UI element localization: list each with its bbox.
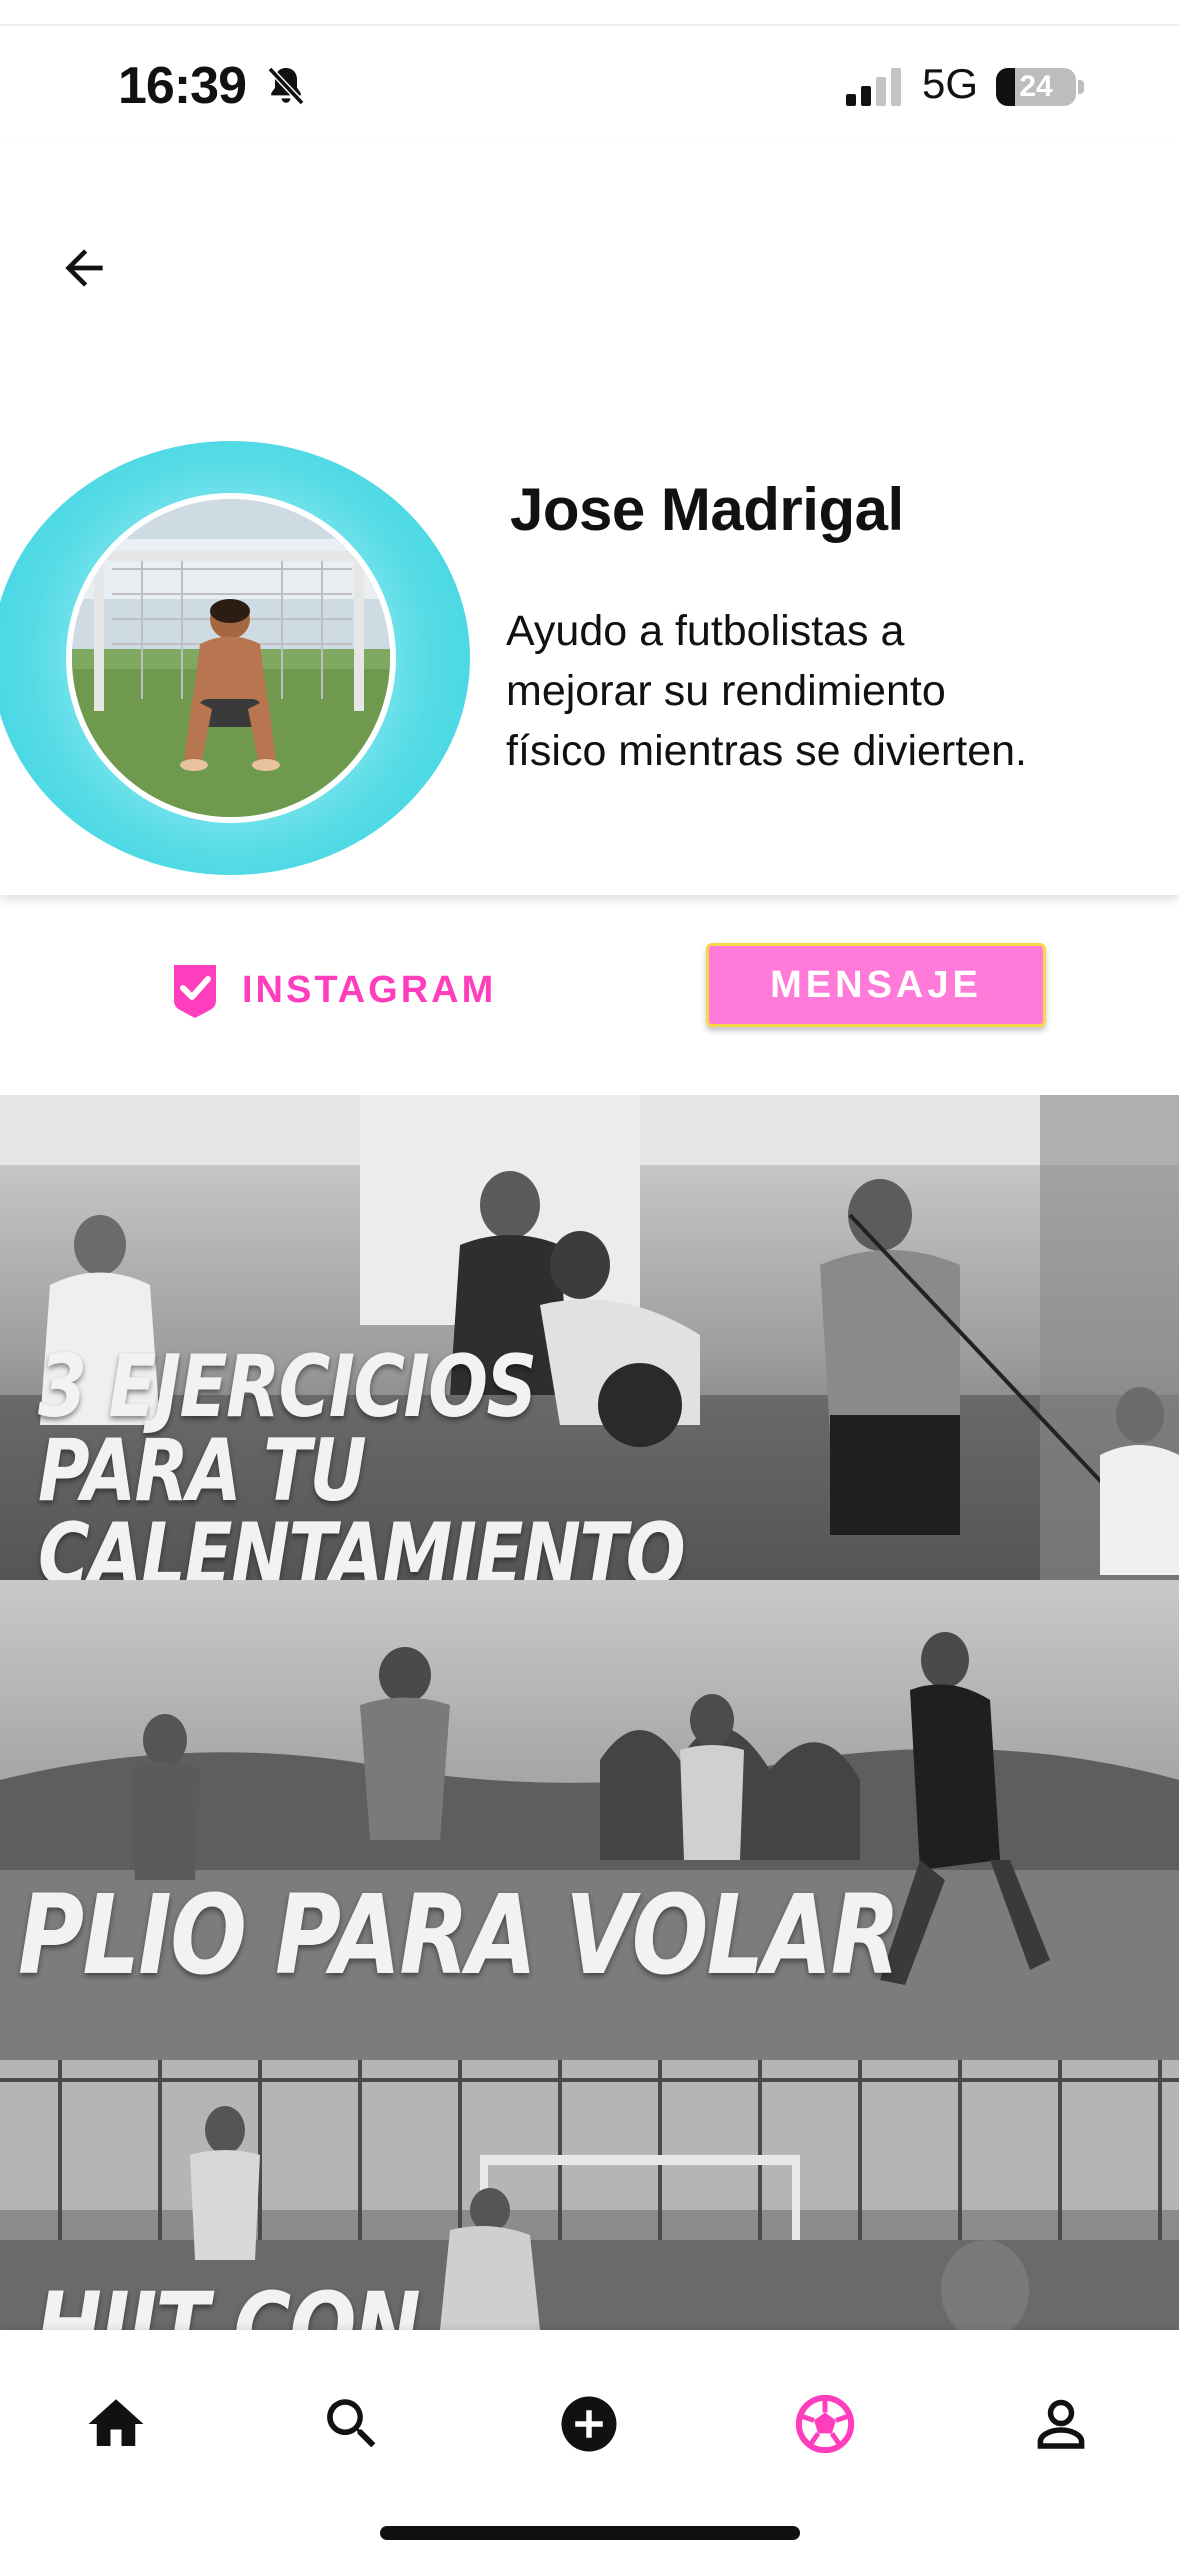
bio-line: físico mientras se divierten. [506, 727, 1027, 775]
video-card[interactable]: PLIO PARA VOLAR [0, 1580, 1179, 2060]
verified-badge-icon [174, 965, 216, 1018]
video-title: PLIO PARA VOLAR [18, 1871, 900, 1999]
video-card[interactable]: HIIT CON [0, 2060, 1179, 2330]
video-card[interactable]: 3 EJERCICIOS PARA TU CALENTAMIENTO [0, 1095, 1179, 1580]
status-time: 16:39 [118, 57, 247, 115]
profile-name: Jose Madrigal [510, 476, 904, 543]
avatar-photo [72, 499, 390, 817]
person-icon [1037, 2399, 1085, 2449]
video-title-line: HIIT CON [36, 2272, 421, 2330]
instagram-label: INSTAGRAM [242, 968, 497, 1011]
bell-off-icon [267, 66, 305, 106]
video-title: 3 EJERCICIOS PARA TU CALENTAMIENTO [38, 1337, 974, 1580]
battery-tip [1078, 80, 1084, 94]
app-bar [0, 140, 1179, 345]
home-indicator [380, 2526, 800, 2540]
video-title-line: PARA TU CALENTAMIENTO [38, 1421, 686, 1580]
message-button[interactable]: MENSAJE [706, 943, 1046, 1027]
battery-percent: 24 [1019, 70, 1053, 103]
profile-actions: INSTAGRAM MENSAJE [0, 895, 1179, 1095]
add-circle-icon [561, 2396, 617, 2452]
nav-search[interactable] [314, 2386, 390, 2462]
nav-home[interactable] [78, 2386, 154, 2462]
football-icon [795, 2394, 855, 2454]
battery-icon: 24 [996, 68, 1076, 106]
network-type: 5G [922, 60, 979, 107]
video-title: HIIT CON [36, 2272, 421, 2330]
profile-section: Jose Madrigal Ayudo a futbolistas a mejo… [0, 345, 1179, 895]
arrow-left-icon [65, 249, 103, 287]
video-title-line: 3 EJERCICIOS [38, 1337, 537, 1437]
status-bar: 16:39 5G 24 [0, 50, 1179, 130]
profile-bio: Ayudo a futbolistas a mejorar su rendimi… [506, 601, 1146, 781]
bottom-nav [0, 2330, 1179, 2556]
avatar [66, 493, 396, 823]
top-divider [0, 24, 1179, 26]
home-icon [88, 2399, 144, 2446]
back-button[interactable] [44, 228, 124, 308]
search-icon [327, 2399, 376, 2448]
bio-line: Ayudo a futbolistas a [506, 607, 905, 655]
signal-icon [846, 68, 901, 106]
video-title-line: PLIO PARA VOLAR [18, 1871, 900, 1999]
nav-add[interactable] [551, 2386, 627, 2462]
nav-football[interactable] [787, 2386, 863, 2462]
instagram-link[interactable]: INSTAGRAM [170, 955, 496, 1025]
bio-line: mejorar su rendimiento [506, 667, 946, 715]
nav-profile[interactable] [1023, 2386, 1099, 2462]
